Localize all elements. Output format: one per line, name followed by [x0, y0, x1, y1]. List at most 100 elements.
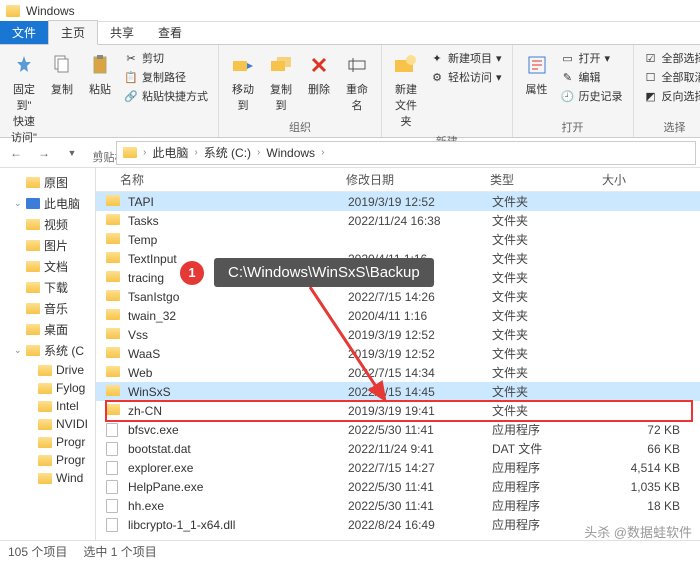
newitem-button[interactable]: ✦新建项目 ▾: [426, 49, 506, 67]
edit-button[interactable]: ✎编辑: [557, 68, 627, 86]
selectnone-button[interactable]: ☐全部取消: [640, 68, 700, 86]
copy-path-button[interactable]: 📋复制路径: [120, 68, 212, 86]
cell-date: 2022/5/30 11:41: [348, 423, 492, 437]
group-label-select: 选择: [640, 117, 700, 135]
folder-icon: [106, 385, 120, 396]
pin-icon: [10, 51, 38, 79]
col-type[interactable]: 类型: [490, 171, 602, 188]
nav-up-button[interactable]: ↑: [88, 141, 112, 165]
table-row[interactable]: Temp文件夹: [96, 230, 700, 249]
tree-item[interactable]: Progr: [0, 433, 95, 451]
history-icon: 🕘: [561, 89, 575, 103]
tree-item[interactable]: Progr: [0, 451, 95, 469]
history-button[interactable]: 🕘历史记录: [557, 87, 627, 105]
pin-button[interactable]: 固定到" 快速访问": [6, 49, 42, 147]
invert-button[interactable]: ◩反向选择: [640, 87, 700, 105]
copy-button[interactable]: 复制: [44, 49, 80, 99]
tree-item[interactable]: 文档: [0, 256, 95, 277]
group-label-open: 打开: [519, 117, 627, 135]
tree-item[interactable]: 图片: [0, 235, 95, 256]
crumb[interactable]: 此电脑: [148, 144, 192, 161]
tree-item[interactable]: Wind: [0, 469, 95, 487]
col-name[interactable]: 名称: [120, 171, 346, 188]
tree-item[interactable]: 下载: [0, 277, 95, 298]
rename-button[interactable]: 重命名: [339, 49, 375, 115]
cell-size: 72 KB: [604, 423, 700, 437]
watermark: 头杀 @数据蛙软件: [584, 522, 692, 541]
tree-item[interactable]: NVIDI: [0, 415, 95, 433]
tab-home[interactable]: 主页: [48, 20, 98, 45]
cell-date: 2022/5/30 11:41: [348, 499, 492, 513]
table-row[interactable]: twain_322020/4/11 1:16文件夹: [96, 306, 700, 325]
cell-type: 文件夹: [492, 307, 604, 324]
table-row[interactable]: zh-CN2019/3/19 19:41文件夹: [96, 401, 700, 420]
cell-name: TAPI: [128, 195, 348, 209]
paste-shortcut-button[interactable]: 🔗粘贴快捷方式: [120, 87, 212, 105]
drive-icon: [26, 345, 40, 356]
table-row[interactable]: TsanIstgo2022/7/15 14:26文件夹: [96, 287, 700, 306]
table-row[interactable]: explorer.exe2022/7/15 14:27应用程序4,514 KB: [96, 458, 700, 477]
table-row[interactable]: Tasks2022/11/24 16:38文件夹: [96, 211, 700, 230]
tree-item[interactable]: ⌄系统 (C: [0, 340, 95, 361]
selectall-button[interactable]: ☑全部选择: [640, 49, 700, 67]
tree-item[interactable]: 音乐: [0, 298, 95, 319]
ribbon-group-select: ☑全部选择 ☐全部取消 ◩反向选择 选择: [634, 45, 700, 137]
table-row[interactable]: hh.exe2022/5/30 11:41应用程序18 KB: [96, 496, 700, 515]
tree-item[interactable]: Intel: [0, 397, 95, 415]
properties-button[interactable]: 属性: [519, 49, 555, 99]
cell-date: 2022/7/15 14:26: [348, 290, 492, 304]
tree-item[interactable]: 原图: [0, 172, 95, 193]
table-row[interactable]: Vss2019/3/19 12:52文件夹: [96, 325, 700, 344]
cell-name: twain_32: [128, 309, 348, 323]
table-row[interactable]: Web2022/7/15 14:34文件夹: [96, 363, 700, 382]
table-row[interactable]: bootstat.dat2022/11/24 9:41DAT 文件66 KB: [96, 439, 700, 458]
sidebar-tree[interactable]: 原图⌄此电脑视频图片文档下载音乐桌面⌄系统 (C Drive FylogIntelN…: [0, 168, 96, 540]
crumb[interactable]: 系统 (C:): [200, 144, 255, 161]
cell-name: bootstat.dat: [128, 442, 348, 456]
cell-type: 文件夹: [492, 231, 604, 248]
col-size[interactable]: 大小: [602, 171, 700, 188]
move-button[interactable]: 移动到: [225, 49, 261, 115]
folder-icon: [106, 347, 120, 358]
cell-name: libcrypto-1_1-x64.dll: [128, 518, 348, 532]
breadcrumb[interactable]: › 此电脑 › 系统 (C:) › Windows ›: [116, 141, 696, 165]
tree-item-label: 视频: [44, 216, 68, 233]
newfolder-button[interactable]: 新建 文件夹: [388, 49, 424, 131]
tab-share[interactable]: 共享: [98, 21, 146, 44]
folder-icon: [26, 261, 40, 272]
delete-button[interactable]: 删除: [301, 49, 337, 99]
table-row[interactable]: WaaS2019/3/19 12:52文件夹: [96, 344, 700, 363]
nav-forward-button[interactable]: →: [32, 141, 56, 165]
paste-button[interactable]: 粘贴: [82, 49, 118, 99]
cut-button[interactable]: ✂剪切: [120, 49, 212, 67]
table-row[interactable]: HelpPane.exe2022/5/30 11:41应用程序1,035 KB: [96, 477, 700, 496]
cell-type: 应用程序: [492, 497, 604, 514]
crumb[interactable]: Windows: [262, 146, 319, 160]
folder-icon: [106, 404, 120, 415]
col-date[interactable]: 修改日期: [346, 171, 490, 188]
cell-name: zh-CN: [128, 404, 348, 418]
easyaccess-button[interactable]: ⚙轻松访问 ▾: [426, 68, 506, 86]
table-row[interactable]: WinSxS2022/9/15 14:45文件夹: [96, 382, 700, 401]
nav-back-button[interactable]: ←: [4, 141, 28, 165]
nav-history-button[interactable]: ▼: [60, 141, 84, 165]
tree-item[interactable]: Fylog: [0, 379, 95, 397]
open-button[interactable]: ▭打开 ▾: [557, 49, 627, 67]
copyto-button[interactable]: 复制到: [263, 49, 299, 115]
tree-item-label: Drive: [56, 363, 84, 377]
tree-item[interactable]: ⌄此电脑: [0, 193, 95, 214]
folder-icon: [106, 214, 120, 225]
cell-type: 文件夹: [492, 193, 604, 210]
table-row[interactable]: TAPI2019/3/19 12:52文件夹: [96, 192, 700, 211]
table-row[interactable]: bfsvc.exe2022/5/30 11:41应用程序72 KB: [96, 420, 700, 439]
tab-view[interactable]: 查看: [146, 21, 194, 44]
status-count: 105 个项目: [8, 543, 67, 560]
tree-item[interactable]: 桌面: [0, 319, 95, 340]
tab-file[interactable]: 文件: [0, 21, 48, 44]
annotation-badge: 1: [180, 261, 204, 285]
tree-item[interactable]: Drive: [0, 361, 95, 379]
tree-item[interactable]: 视频: [0, 214, 95, 235]
cell-date: 2022/8/24 16:49: [348, 518, 492, 532]
move-icon: [229, 51, 257, 79]
cell-type: DAT 文件: [492, 440, 604, 457]
